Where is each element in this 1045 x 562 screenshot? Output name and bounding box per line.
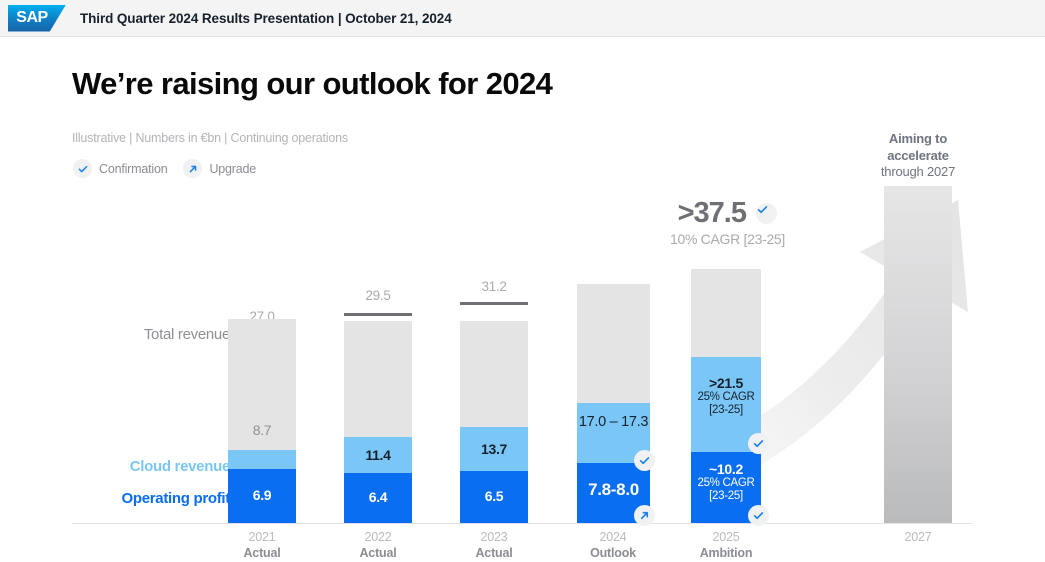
aiming-label-2027: Aiming to accelerate through 2027 <box>862 131 974 181</box>
bar-segment-total-2024 <box>577 284 650 403</box>
bar-2022[interactable]: 11.4 6.4 <box>344 321 412 523</box>
value-profit-2023: 6.5 <box>484 488 504 504</box>
bar-badge-check-cloud-2025[interactable] <box>748 433 769 454</box>
headline-2025-sub: 10% CAGR [23-25] <box>669 231 786 247</box>
x-tick-2024: 2024 Outlook <box>573 530 653 561</box>
x-tick-year-2023: 2023 <box>480 530 508 544</box>
bar-segment-total-2023 <box>460 321 528 427</box>
x-tick-sub-2023: Actual <box>475 545 513 560</box>
bar-segment-profit-2021: 6.9 <box>228 469 296 523</box>
bar-2024[interactable]: 17.0 – 17.3 7.8-8.0 <box>577 284 650 523</box>
value-cloud-2022: 11.4 <box>365 447 391 463</box>
slide-root: SAP Third Quarter 2024 Results Presentat… <box>0 0 1045 562</box>
value-cloud-2025-block: >21.5 25% CAGR [23-25] <box>691 375 761 418</box>
bar-segment-total-2022 <box>344 321 412 437</box>
x-tick-2025: 2025 Ambition <box>686 530 766 561</box>
bar-2027[interactable] <box>884 186 952 523</box>
bar-segment-total-2021: 8.7 <box>228 319 296 450</box>
value-profit-2025-block: ~10.2 25% CAGR [23-25] <box>691 461 761 504</box>
x-tick-year-2025: 2025 <box>712 530 740 544</box>
headline-check-icon[interactable] <box>756 203 778 224</box>
total-label-2022: 29.5 <box>365 288 391 303</box>
bar-segment-cloud-2021 <box>228 450 296 469</box>
bar-badge-upgrade-2024[interactable] <box>634 505 655 526</box>
aiming-label-line1: Aiming to <box>888 131 948 146</box>
headline-2025-value: >37.5 <box>677 197 747 229</box>
bar-segment-profit-2022: 6.4 <box>344 473 412 523</box>
bar-segment-profit-2023: 6.5 <box>460 471 528 523</box>
value-cloud-2025: >21.5 <box>709 375 743 391</box>
value-cloud-2023: 13.7 <box>480 441 508 457</box>
x-tick-sub-2025: Ambition <box>699 545 753 560</box>
x-tick-sub-2022: Actual <box>359 545 397 560</box>
aiming-label-line3: through 2027 <box>880 164 956 180</box>
value-profit-2021: 6.9 <box>252 487 272 503</box>
x-tick-2022: 2022 Actual <box>338 530 418 561</box>
bar-badge-check-2024[interactable] <box>634 450 655 471</box>
value-profit-2025-period: [23-25] <box>709 490 743 503</box>
headline-2025: >37.5 10% CAGR [23-25] <box>640 197 815 247</box>
x-tick-year-2021: 2021 <box>248 530 276 544</box>
bar-segment-total-2025 <box>691 269 761 357</box>
sap-logo-text: SAP <box>16 9 48 26</box>
category-label-operating-profit: Operating profit <box>121 490 230 507</box>
aiming-label-line2: accelerate <box>887 147 949 163</box>
x-tick-2023: 2023 Actual <box>454 530 534 561</box>
value-profit-2025-cagr: 25% CAGR <box>697 477 755 490</box>
bar-2025[interactable]: >21.5 25% CAGR [23-25] ~10.2 25% CAGR [2… <box>691 269 761 523</box>
value-cloud-2024: 17.0 – 17.3 <box>578 414 649 430</box>
chart-baseline <box>72 523 972 524</box>
value-cloud-2025-period: [23-25] <box>709 404 743 417</box>
x-tick-year-2027: 2027 <box>904 530 932 544</box>
x-tick-2027: 2027 <box>878 530 958 546</box>
bar-badge-check-profit-2025[interactable] <box>748 505 769 526</box>
bar-segment-cloud-2023: 13.7 <box>460 427 528 471</box>
value-cloud-2025-cagr: 25% CAGR <box>697 391 755 404</box>
x-tick-year-2022: 2022 <box>364 530 392 544</box>
value-cloud-2021: 8.7 <box>252 421 272 438</box>
bar-segment-cloud-2022: 11.4 <box>344 437 412 473</box>
x-tick-2021: 2021 Actual <box>222 530 302 561</box>
x-tick-sub-2024: Outlook <box>590 545 636 560</box>
cap-line-2023 <box>460 302 528 305</box>
value-profit-2024: 7.8-8.0 <box>588 480 639 499</box>
cap-line-2022 <box>344 313 412 316</box>
total-label-2023: 31.2 <box>481 279 507 294</box>
category-label-total-revenue: Total revenue <box>143 326 230 343</box>
x-tick-year-2024: 2024 <box>599 530 627 544</box>
bar-2023[interactable]: 13.7 6.5 <box>460 321 528 523</box>
bar-2021[interactable]: 8.7 6.9 <box>228 319 296 523</box>
value-profit-2025: ~10.2 <box>709 461 743 477</box>
category-label-cloud-revenue: Cloud revenue <box>129 458 231 475</box>
stacked-bar-chart: Total revenue Cloud revenue Operating pr… <box>0 0 1045 562</box>
x-tick-sub-2021: Actual <box>243 545 281 560</box>
value-profit-2022: 6.4 <box>368 489 388 505</box>
